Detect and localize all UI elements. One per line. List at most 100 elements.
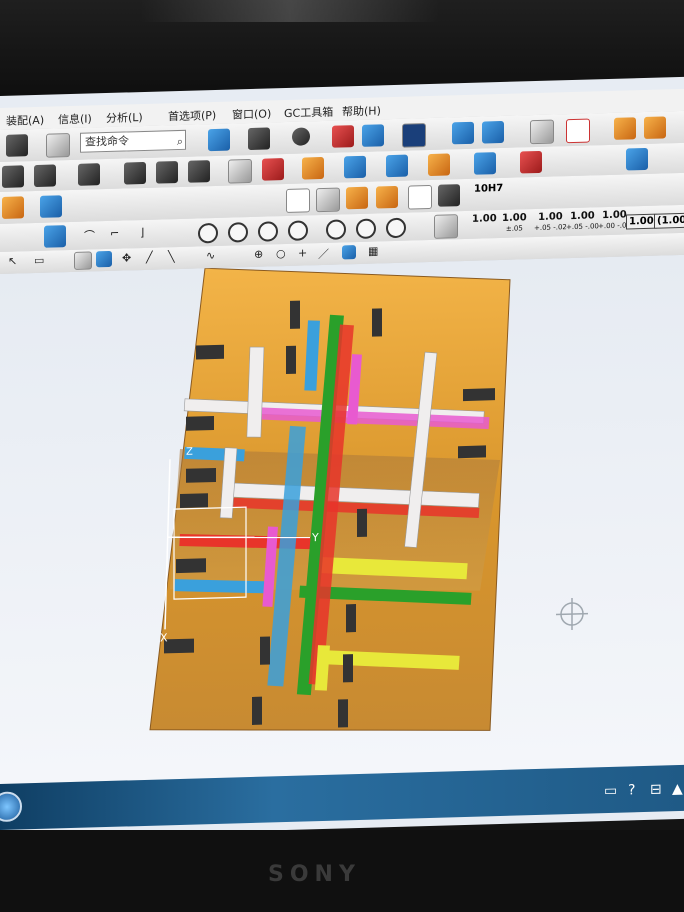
- plug-8: [186, 467, 216, 483]
- snap-point-icon[interactable]: [342, 245, 356, 260]
- tray-folder-icon[interactable]: ▭: [604, 783, 617, 799]
- plug-4: [196, 344, 224, 360]
- shade-mode-icon[interactable]: [74, 251, 92, 270]
- edge-blend-icon[interactable]: [262, 158, 284, 181]
- rectangle-select-icon[interactable]: ▭: [34, 254, 44, 267]
- assembly-icon[interactable]: [40, 195, 62, 218]
- view-cube-icon[interactable]: [626, 147, 648, 171]
- shaded-sphere-icon[interactable]: [292, 127, 310, 146]
- pen-icon[interactable]: [438, 184, 460, 207]
- render-style-icon[interactable]: [248, 127, 270, 151]
- layer-icon[interactable]: [452, 121, 474, 145]
- menu-help[interactable]: 帮助(H): [342, 102, 381, 119]
- plug-16: [252, 696, 262, 725]
- settings-gear-icon[interactable]: [644, 116, 666, 140]
- pattern-icon[interactable]: [520, 150, 542, 174]
- extrude-icon[interactable]: [78, 163, 100, 186]
- arc-icon[interactable]: ⌒: [84, 227, 95, 243]
- offset-face-icon[interactable]: [428, 153, 450, 177]
- fillet-icon[interactable]: ⌐: [110, 227, 119, 240]
- circle-dim-icon-1[interactable]: [198, 222, 218, 244]
- circle-dim-icon-7[interactable]: [386, 217, 406, 239]
- white-pin-1[interactable]: [246, 346, 265, 438]
- datum-feature-icon[interactable]: [434, 214, 458, 239]
- tolerance-basic[interactable]: 1.00: [626, 213, 657, 230]
- tray-volume-icon[interactable]: ▲: [672, 781, 683, 797]
- help-icon[interactable]: ?: [628, 782, 635, 798]
- shell-icon[interactable]: [344, 155, 366, 179]
- body-color-icon[interactable]: [96, 250, 112, 268]
- menu-window[interactable]: 窗口(O): [232, 105, 271, 122]
- line-icon[interactable]: ╱: [146, 251, 153, 264]
- circle-dim-icon-2[interactable]: [228, 222, 248, 243]
- tolerance-reference[interactable]: (1.00): [654, 212, 684, 229]
- triangle-icon[interactable]: [286, 188, 310, 214]
- circle-dim-icon-5[interactable]: [326, 219, 346, 240]
- search-icon[interactable]: ⌕: [177, 133, 183, 151]
- tolerance-symmetric[interactable]: 1.00 ±.05: [502, 212, 527, 234]
- tolerance-none[interactable]: 1.00: [472, 213, 497, 225]
- revolve-icon[interactable]: [124, 161, 146, 185]
- note-icon[interactable]: [408, 184, 432, 210]
- tolerance-bilateral[interactable]: 1.00 +.05 -.02: [534, 211, 567, 233]
- menu-assembly[interactable]: 装配(A): [6, 112, 44, 129]
- menu-information[interactable]: 信息(I): [58, 110, 92, 127]
- model-viewport[interactable]: Y X Z: [0, 255, 684, 784]
- material-icon[interactable]: [2, 196, 24, 219]
- balloon-icon[interactable]: [376, 185, 398, 209]
- hole-fit-label[interactable]: 10H7: [474, 183, 503, 195]
- start-button-icon[interactable]: [0, 791, 22, 823]
- circle-dim-icon-3[interactable]: [258, 221, 278, 242]
- fit-view-icon[interactable]: [208, 128, 230, 152]
- circle-dim-icon-6[interactable]: [356, 218, 376, 240]
- move-icon[interactable]: ✥: [122, 251, 131, 264]
- spline-icon[interactable]: ∿: [206, 249, 215, 262]
- plug-5: [463, 388, 495, 402]
- wcs-display-icon[interactable]: [402, 123, 426, 148]
- command-search-input[interactable]: 查找命令 ⌕: [80, 129, 186, 153]
- table-icon[interactable]: [316, 187, 340, 213]
- menu-preferences[interactable]: 首选项(P): [168, 107, 216, 124]
- boolean-icon[interactable]: [228, 158, 252, 184]
- circle-point-icon[interactable]: ○: [276, 247, 286, 260]
- slash-icon[interactable]: ／: [318, 246, 329, 262]
- hole-icon[interactable]: [156, 161, 178, 184]
- flag-icon[interactable]: [332, 125, 354, 148]
- chamfer-icon[interactable]: [302, 156, 324, 180]
- center-point-icon[interactable]: ⊕: [254, 248, 263, 261]
- snap-icon[interactable]: [6, 134, 28, 157]
- grid-icon[interactable]: ▦: [368, 244, 378, 257]
- csys-icon[interactable]: [566, 118, 590, 144]
- sketch-icon[interactable]: [2, 165, 24, 188]
- surface-icon[interactable]: [474, 152, 496, 175]
- move-layer-icon[interactable]: [482, 120, 504, 144]
- graphics-window[interactable]: Y X Z: [0, 254, 684, 784]
- plug-15: [260, 636, 270, 665]
- pointer-icon[interactable]: ↖: [8, 255, 17, 268]
- plug-6: [186, 416, 214, 431]
- tray-network-icon[interactable]: ⊟: [650, 782, 662, 798]
- trim-body-icon[interactable]: [386, 154, 408, 178]
- tools-icon[interactable]: [614, 117, 636, 140]
- part-list-icon[interactable]: [346, 186, 368, 210]
- diagonal-icon[interactable]: ╲: [168, 250, 175, 263]
- csys-y-label: Y: [311, 531, 319, 544]
- boss-icon[interactable]: [188, 160, 210, 183]
- circle-dim-icon-4[interactable]: [288, 220, 308, 241]
- view-orient-icon[interactable]: [362, 124, 384, 147]
- tolerance-lower-value: 1.00: [602, 209, 627, 222]
- filter-icon[interactable]: [46, 133, 70, 158]
- datum-icon[interactable]: [34, 164, 56, 188]
- menu-analysis[interactable]: 分析(L): [106, 109, 143, 126]
- csys-x-label: X: [160, 631, 168, 644]
- blue-channel-2[interactable]: [174, 579, 270, 594]
- part-navigator-icon[interactable]: [530, 119, 554, 145]
- plug-17: [164, 638, 194, 654]
- select-box-icon[interactable]: [44, 225, 66, 248]
- cad-screen: 装配(A) 信息(I) 分析(L) 首选项(P) 窗口(O) GC工具箱 帮助(…: [0, 76, 684, 838]
- tolerance-upper-value: 1.00: [570, 210, 595, 223]
- corner-icon[interactable]: ⌋: [140, 226, 144, 239]
- tolerance-upper[interactable]: 1.00 +.05 -.00: [566, 210, 599, 232]
- plus-icon[interactable]: +: [298, 246, 307, 259]
- menu-gc-toolbox[interactable]: GC工具箱: [284, 104, 333, 121]
